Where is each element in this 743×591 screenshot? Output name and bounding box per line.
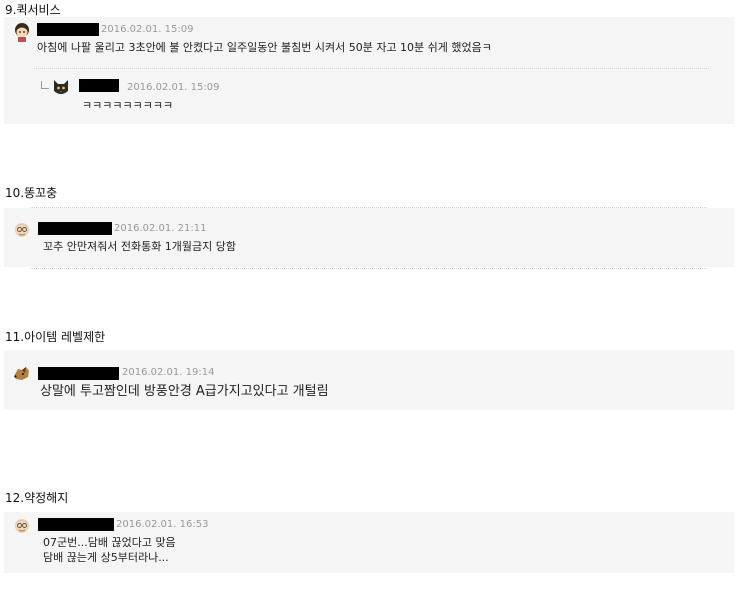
redacted-author-name bbox=[38, 518, 114, 531]
section-title-11: 11.아이템 레벨제한 bbox=[5, 330, 106, 344]
comment-box: 2016.02.01. 21:11 꼬추 안만져줘서 전화통화 1개월금지 당함 bbox=[4, 208, 734, 267]
reply-date: 2016.02.01. 15:09 bbox=[127, 82, 220, 93]
dotted-divider bbox=[30, 268, 707, 269]
dotted-divider bbox=[34, 68, 709, 69]
old-man-avatar-icon[interactable] bbox=[12, 516, 32, 536]
comment-date: 2016.02.01. 16:53 bbox=[116, 519, 209, 530]
comment-date: 2016.02.01. 15:09 bbox=[101, 24, 194, 35]
comment-text: 아침에 나팔 울리고 3초안에 불 안켰다고 일주일동안 불침번 시켜서 50분… bbox=[37, 41, 492, 54]
section-title-12: 12.약정해지 bbox=[5, 491, 69, 505]
redacted-reply-author-name bbox=[79, 79, 119, 92]
comment-date: 2016.02.01. 21:11 bbox=[114, 223, 207, 234]
comment-text-line-2: 담배 끊는게 상5부터라나... bbox=[43, 551, 169, 564]
black-cat-avatar-icon[interactable] bbox=[51, 77, 71, 97]
dog-avatar-icon[interactable] bbox=[12, 364, 32, 384]
redacted-author-name bbox=[38, 222, 112, 235]
comment-text-line-1: 07군번...담배 끊었다고 맞음 bbox=[43, 536, 176, 549]
comment-text: 상말에 투고짬인데 방풍안경 A급가지고있다고 개털림 bbox=[40, 384, 329, 399]
girl-avatar-icon[interactable] bbox=[12, 22, 32, 42]
old-man-avatar-icon[interactable] bbox=[12, 220, 32, 240]
redacted-author-name bbox=[38, 367, 119, 380]
comment-box: 2016.02.01. 15:09 아침에 나팔 울리고 3초안에 불 안켰다고… bbox=[4, 17, 734, 124]
redacted-author-name bbox=[37, 23, 99, 36]
comment-text: 꼬추 안만져줘서 전화통화 1개월금지 당함 bbox=[43, 240, 237, 253]
reply-text: ㅋㅋㅋㅋㅋㅋㅋㅋㅋ bbox=[82, 99, 174, 112]
section-title-10: 10.똥꼬충 bbox=[5, 186, 58, 200]
reply-arrow-icon bbox=[41, 81, 49, 89]
comment-box: 2016.02.01. 16:53 07군번...담배 끊었다고 맞음 담배 끊… bbox=[4, 512, 734, 573]
comment-box: 2016.02.01. 19:14 상말에 투고짬인데 방풍안경 A급가지고있다… bbox=[4, 350, 734, 410]
comment-date: 2016.02.01. 19:14 bbox=[122, 367, 215, 378]
section-title-quick-service: 9.퀵서비스 bbox=[5, 3, 61, 17]
